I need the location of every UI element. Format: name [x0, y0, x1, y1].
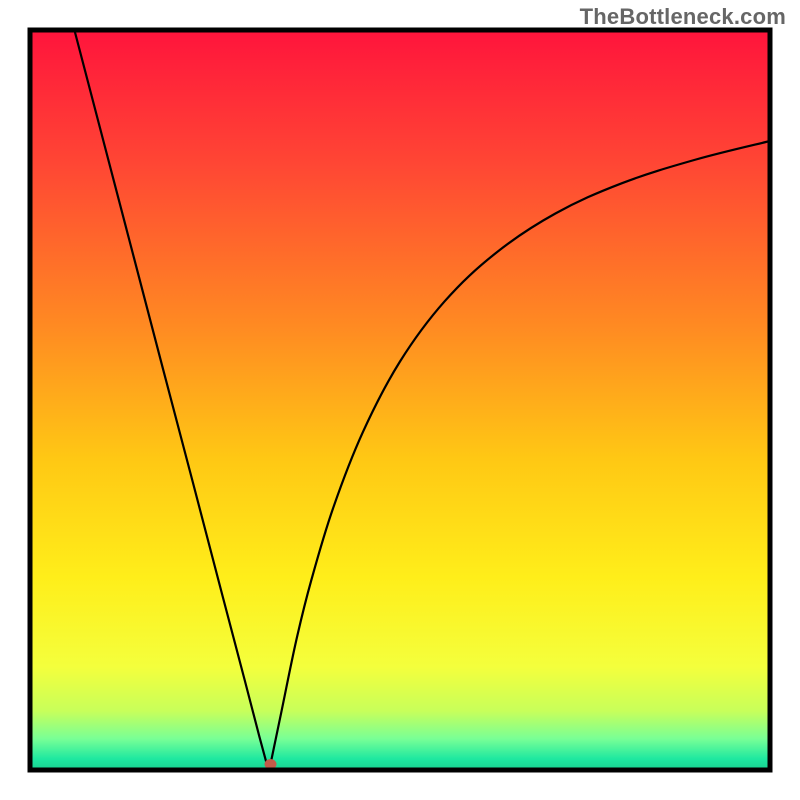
chart-container: TheBottleneck.com	[0, 0, 800, 800]
bottleneck-chart	[0, 0, 800, 800]
plot-background	[30, 30, 770, 770]
watermark-label: TheBottleneck.com	[580, 4, 786, 30]
